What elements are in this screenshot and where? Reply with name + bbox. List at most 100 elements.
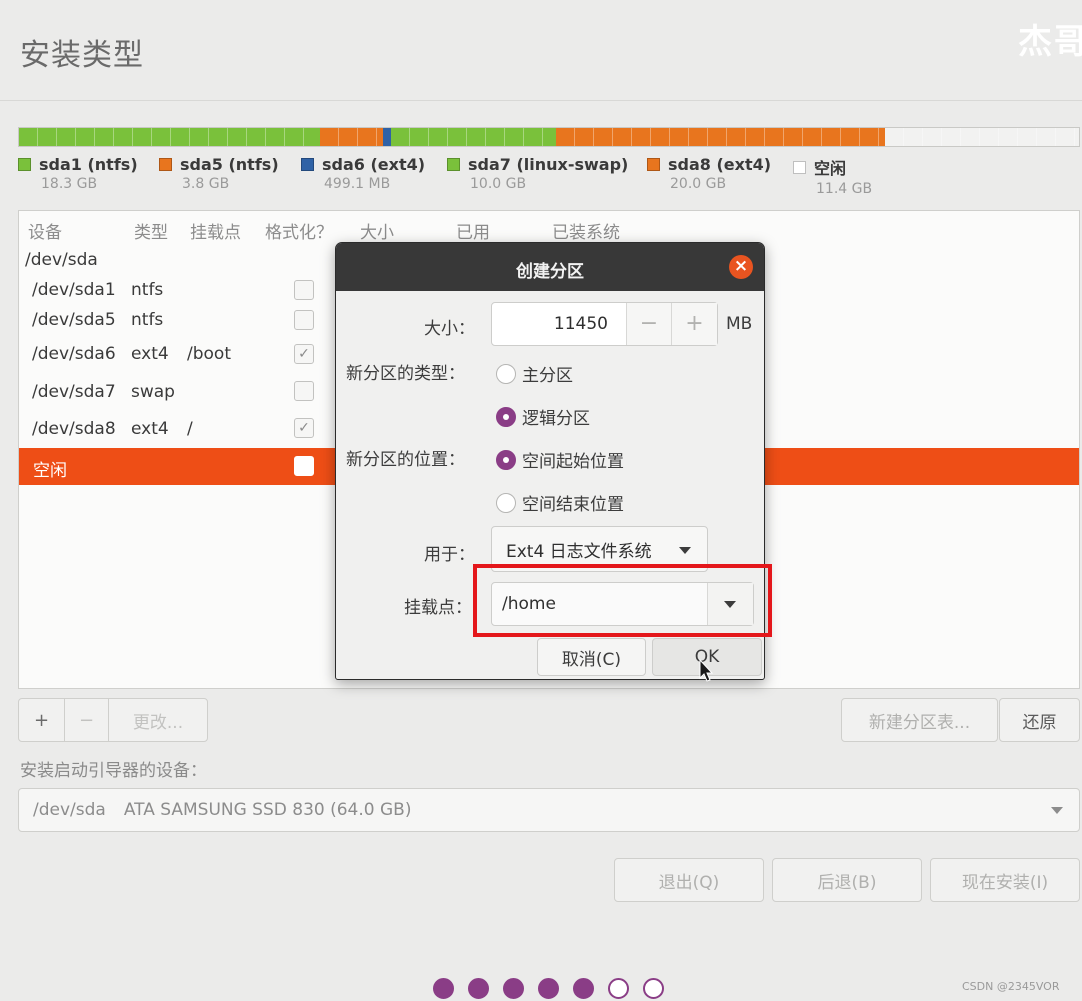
legend-item-sda7: sda7 (linux-swap) 10.0 GB [447,155,628,192]
add-partition-button[interactable]: + [19,699,65,741]
partition-bar-segment-sda1 [19,128,321,146]
disk-row[interactable]: /dev/sda [25,250,98,270]
title-divider [0,100,1082,101]
credit-text: CSDN @2345VOR [962,980,1060,993]
legend-swatch [159,158,172,171]
radio-label: 空间起始位置 [522,452,624,472]
legend-size: 18.3 GB [41,176,98,192]
legend-swatch [301,158,314,171]
radio-indicator-selected [496,449,516,470]
format-checkbox[interactable] [294,280,314,300]
legend-label: sda1 (ntfs) [39,155,138,174]
partition-bar-segment-sda7 [391,128,557,146]
partition-bar-segment-sda6 [382,128,392,146]
table-row-type: ntfs [131,310,164,330]
table-row-type: ext4 [131,419,169,439]
new-partition-table-button[interactable]: 新建分区表... [841,698,998,742]
radio-label: 逻辑分区 [522,409,590,429]
boot-device: /dev/sda [33,800,106,820]
column-header-format: 格式化？ [265,223,333,243]
legend-swatch [793,160,806,174]
radio-location-end[interactable]: 空间结束位置 [496,490,624,515]
column-header-device: 设备 [28,223,62,243]
legend-item-sda5: sda5 (ntfs) 3.8 GB [159,155,279,192]
legend-size: 11.4 GB [816,181,873,197]
legend-item-free: 空闲 11.4 GB [793,155,872,197]
progress-dot-pending [643,978,664,999]
legend-size: 3.8 GB [182,176,230,192]
format-checkbox[interactable]: ✓ [294,418,314,438]
revert-button[interactable]: 还原 [999,698,1080,742]
format-checkbox[interactable] [294,456,314,476]
cancel-button[interactable]: 取消(C) [537,638,646,676]
partition-type-label: 新分区的类型： [346,364,465,384]
legend-item-sda8: sda8 (ext4) 20.0 GB [647,155,771,192]
change-partition-button[interactable]: 更改... [109,699,207,741]
table-row-device[interactable]: /dev/sda7 [32,382,116,402]
dialog-title: 创建分区 [516,262,584,282]
size-input[interactable]: 11450 [492,303,627,345]
table-row-type: ext4 [131,344,169,364]
progress-dot-complete [573,978,594,999]
remove-partition-button[interactable]: − [65,699,109,741]
size-increment-button[interactable]: + [672,303,717,345]
boot-device-model: ATA SAMSUNG SSD 830 (64.0 GB) [123,800,412,820]
dialog-titlebar[interactable]: 创建分区 × [336,243,764,291]
partition-location-label: 新分区的位置： [346,450,465,470]
radio-location-begin[interactable]: 空间起始位置 [496,447,624,472]
cursor-icon [699,659,713,682]
install-now-button[interactable]: 现在安装(I) [930,858,1080,902]
table-row-device[interactable]: /dev/sda8 [32,419,116,439]
size-label: 大小： [424,319,475,339]
progress-dots [433,978,678,999]
mount-point-label: 挂载点： [404,598,472,618]
close-icon[interactable]: × [729,255,753,279]
radio-label: 空间结束位置 [522,495,624,515]
legend-label: sda6 (ext4) [322,155,426,174]
radio-logical-partition[interactable]: 逻辑分区 [496,404,590,429]
partition-bar [18,127,1080,147]
radio-indicator-selected [496,406,516,427]
table-row-type: swap [131,382,175,402]
chevron-down-icon [679,547,691,554]
format-checkbox[interactable] [294,381,314,401]
partition-bar-segment-free [884,128,1079,146]
table-row-device[interactable]: /dev/sda6 [32,344,116,364]
partition-toolbar: + − 更改... [18,698,208,742]
column-header-size: 大小 [360,223,394,243]
progress-dot-complete [503,978,524,999]
radio-indicator [496,492,516,513]
column-header-type: 类型 [134,223,168,243]
legend-size: 20.0 GB [670,176,727,192]
format-checkbox[interactable] [294,310,314,330]
table-row-type: ntfs [131,280,164,300]
legend-size: 499.1 MB [324,176,391,192]
chevron-down-icon [1051,807,1063,814]
filesystem-value: Ext4 日志文件系统 [506,541,652,562]
legend-label: sda8 (ext4) [668,155,772,174]
legend-item-sda6: sda6 (ext4) 499.1 MB [301,155,425,192]
table-row-device[interactable]: /dev/sda1 [32,280,116,300]
boot-loader-select[interactable]: /dev/sda ATA SAMSUNG SSD 830 (64.0 GB) [18,788,1080,832]
format-checkbox[interactable]: ✓ [294,344,314,364]
highlight-box [473,564,772,637]
boot-loader-label: 安装启动引导器的设备： [20,761,207,781]
table-row-mount: /boot [187,344,231,364]
column-header-mount: 挂载点 [190,223,241,243]
table-row-device[interactable]: /dev/sda5 [32,310,116,330]
radio-primary-partition[interactable]: 主分区 [496,361,573,386]
radio-label: 主分区 [522,366,573,386]
legend-swatch [18,158,31,171]
progress-dot-pending [608,978,629,999]
use-as-label: 用于： [424,545,475,565]
legend-item-sda1: sda1 (ntfs) 18.3 GB [18,155,138,192]
table-row-mount: / [187,419,193,439]
back-button[interactable]: 后退(B) [772,858,922,902]
legend-swatch [647,158,660,171]
size-decrement-button[interactable]: − [627,303,672,345]
page-title: 安装类型 [20,38,144,73]
free-space-label: 空闲 [33,461,67,481]
progress-dot-complete [468,978,489,999]
progress-dot-complete [538,978,559,999]
quit-button[interactable]: 退出(Q) [614,858,764,902]
